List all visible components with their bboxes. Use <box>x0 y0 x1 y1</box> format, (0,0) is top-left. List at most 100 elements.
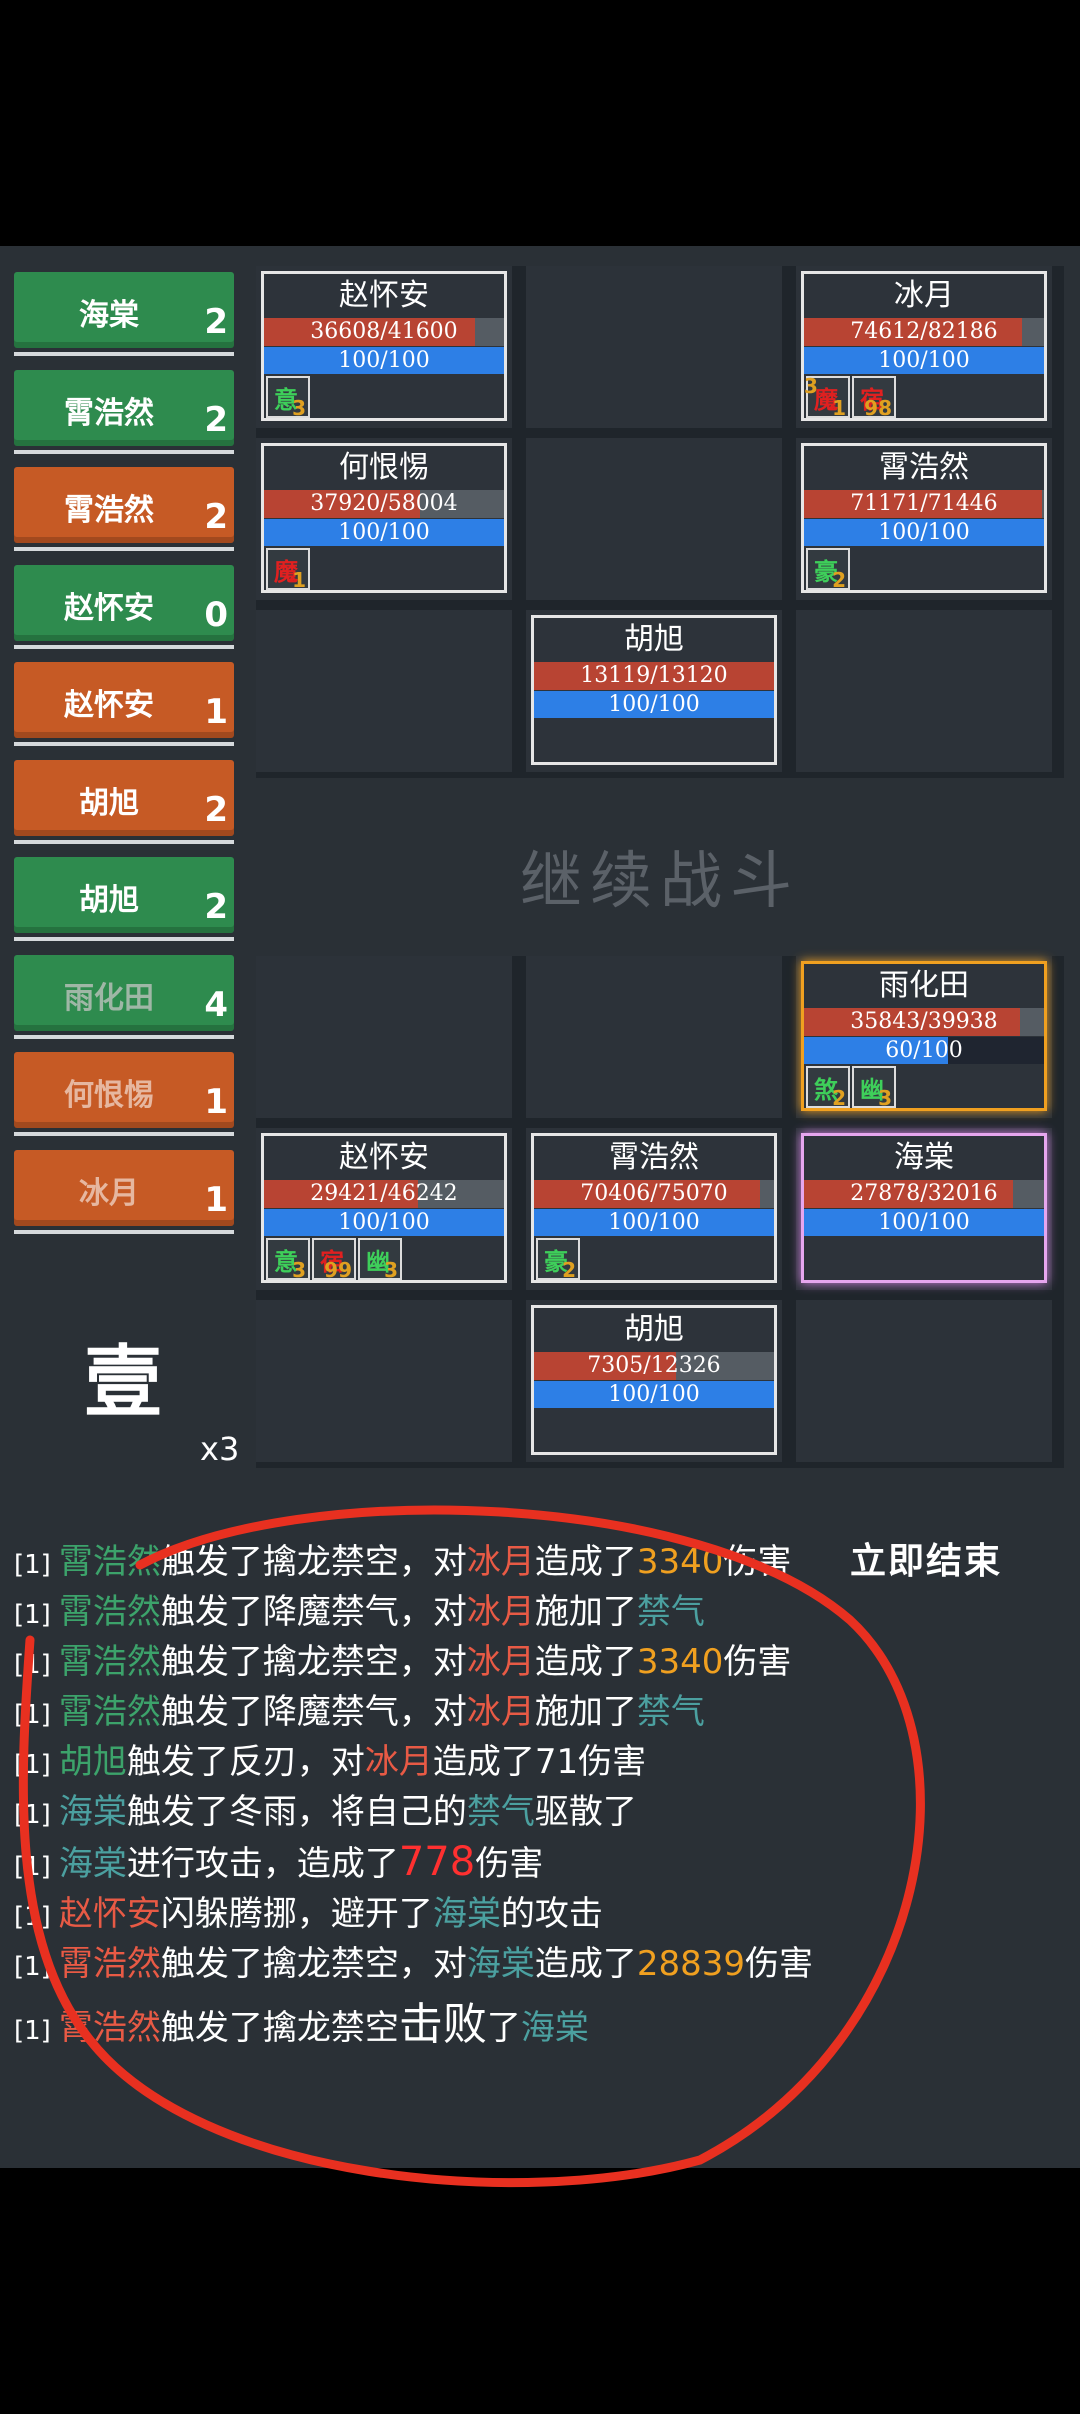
turn-order-divider <box>14 742 234 746</box>
mp-text: 100/100 <box>878 520 970 545</box>
buff-icon[interactable]: 豪2 <box>806 548 850 592</box>
turn-order-item: 何恨惕 1 <box>14 1052 234 1136</box>
mp-bar: 100/100 <box>534 691 774 718</box>
turn-order-name: 赵怀安 <box>64 688 154 723</box>
unit-name: 雨化田 <box>879 968 969 1003</box>
turn-order-divider <box>14 1034 234 1039</box>
buff-icon[interactable]: 魔1 <box>266 548 310 592</box>
unit-card[interactable]: 冰月 74612/82186 100/100 3 魔 1 宿 98 <box>801 271 1047 421</box>
hp-text: 71171/71446 <box>850 491 998 516</box>
grid-cell[interactable] <box>526 438 782 600</box>
turn-order-item: 雨化田 4 <box>14 954 234 1039</box>
turn-order-divider <box>14 839 234 844</box>
buff-icon[interactable]: 豪2 <box>536 1238 580 1282</box>
turn-order-name: 赵怀安 <box>64 590 154 626</box>
mp-text: 100/100 <box>608 1210 700 1235</box>
buff-count: 3 <box>292 396 306 420</box>
turn-order-item: 赵怀安 0 <box>14 564 234 649</box>
turn-order-count: 0 <box>204 594 228 635</box>
hp-text: 74612/82186 <box>850 319 998 344</box>
turn-order-item: 海棠 2 <box>14 272 234 356</box>
buff-icon[interactable]: 幽3 <box>358 1238 402 1282</box>
mp-text: 100/100 <box>608 1382 700 1407</box>
hp-bar: 7305/12326 <box>534 1352 774 1380</box>
unit-name: 冰月 <box>894 278 954 313</box>
hp-bar: 37920/58004 <box>264 490 504 518</box>
turn-order-name: 海棠 <box>79 298 139 333</box>
turn-order-name: 胡旭 <box>79 785 139 821</box>
unit-card[interactable]: 赵怀安 29421/46242 100/100 意 3 宿 99 幽 3 <box>261 1133 507 1283</box>
hp-bar: 29421/46242 <box>264 1180 504 1208</box>
buff-count: 99 <box>324 1258 352 1282</box>
mp-text: 100/100 <box>878 1210 970 1235</box>
hp-text: 36608/41600 <box>310 319 458 344</box>
unit-card[interactable]: 赵怀安 36608/41600 100/100 意 3 <box>261 271 507 421</box>
turn-order-item: 赵怀安 1 <box>14 662 234 746</box>
buff-icon[interactable]: 煞2 <box>806 1066 850 1110</box>
buff-count: 2 <box>832 1086 846 1110</box>
turn-order-item: 冰月 1 <box>14 1149 234 1234</box>
unit-card[interactable]: 霄浩然 71171/71446 100/100 豪 2 <box>801 443 1047 593</box>
buff-count: 3 <box>878 1086 892 1110</box>
turn-order-count: 2 <box>204 887 228 927</box>
hp-bar: 70406/75070 <box>534 1180 774 1208</box>
unit-name: 胡旭 <box>624 622 684 657</box>
hp-bar: 13119/13120 <box>534 662 774 690</box>
buff-icon[interactable]: 宿 98 <box>852 376 896 420</box>
hp-text: 13119/13120 <box>580 663 728 688</box>
grid-cell[interactable] <box>256 956 512 1118</box>
unit-name: 胡旭 <box>624 1312 684 1347</box>
hp-text: 27878/32016 <box>850 1181 998 1206</box>
mp-bar: 100/100 <box>534 1209 774 1236</box>
mp-bar: 100/100 <box>264 1209 504 1236</box>
turn-order-divider <box>14 352 234 356</box>
hp-text: 29421/46242 <box>310 1181 458 1206</box>
grid-cell[interactable] <box>796 610 1052 772</box>
hp-text: 70406/75070 <box>580 1181 728 1206</box>
turn-order-item: 胡旭 2 <box>14 759 234 844</box>
grid-cell[interactable] <box>526 266 782 428</box>
unit-card[interactable]: 胡旭 7305/12326 100/100 <box>531 1305 777 1455</box>
turn-order-divider <box>14 644 234 649</box>
unit-name: 霄浩然 <box>609 1140 699 1175</box>
hp-bar: 71171/71446 <box>804 490 1044 518</box>
continue-battle-button[interactable]: 继续战斗 <box>520 830 800 920</box>
hp-bar: 74612/82186 <box>804 318 1044 346</box>
grid-cell[interactable] <box>796 1300 1052 1462</box>
unit-card[interactable]: 何恨惕 37920/58004 100/100 魔 1 <box>261 443 507 593</box>
mp-bar: 100/100 <box>804 347 1044 374</box>
buff-icon[interactable]: 宿 99 <box>312 1238 356 1282</box>
unit-card[interactable]: 海棠 27878/32016 100/100 <box>801 1133 1047 1283</box>
buff-count: 3 <box>384 1258 398 1282</box>
grid-cell[interactable] <box>526 956 782 1118</box>
hp-text: 37920/58004 <box>310 491 458 516</box>
enemy-grid: 赵怀安 36608/41600 100/100 意 3 冰月 74612/82186 100/… <box>256 266 1064 778</box>
buff-icon[interactable]: 3魔1 <box>804 374 850 420</box>
mp-bar: 60/100 <box>804 1037 1044 1064</box>
unit-name: 海棠 <box>894 1140 954 1175</box>
turn-order-count: 1 <box>204 1082 228 1122</box>
unit-name: 赵怀安 <box>339 1140 429 1175</box>
buff-icon[interactable]: 意3 <box>266 1238 310 1282</box>
unit-card[interactable]: 胡旭 13119/13120 100/100 <box>531 615 777 765</box>
turn-order-count: 1 <box>204 1179 228 1220</box>
turn-order-item: 胡旭 2 <box>14 857 234 941</box>
hp-bar: 35843/39938 <box>804 1008 1044 1036</box>
buff-icon[interactable]: 幽3 <box>852 1066 896 1110</box>
mp-bar: 100/100 <box>534 1381 774 1408</box>
hp-bar: 36608/41600 <box>264 318 504 346</box>
grid-cell[interactable] <box>256 1300 512 1462</box>
mp-text: 100/100 <box>878 348 970 373</box>
turn-order-divider <box>14 1132 234 1136</box>
mp-text: 100/100 <box>338 1210 430 1235</box>
turn-order-count: 2 <box>204 789 228 830</box>
unit-card[interactable]: 雨化田 35843/39938 60/100 煞 2 幽 3 <box>801 961 1047 1111</box>
buff-icon[interactable]: 意3 <box>266 376 310 420</box>
buff-count: 3 <box>292 1258 306 1282</box>
buff-count: 2 <box>832 568 846 592</box>
unit-card[interactable]: 霄浩然 70406/75070 100/100 豪 2 <box>531 1133 777 1283</box>
grid-cell[interactable] <box>256 610 512 772</box>
mp-text: 100/100 <box>338 348 430 373</box>
turn-order-count: 2 <box>204 399 228 440</box>
speed-multiplier[interactable]: x3 <box>200 1430 239 1468</box>
